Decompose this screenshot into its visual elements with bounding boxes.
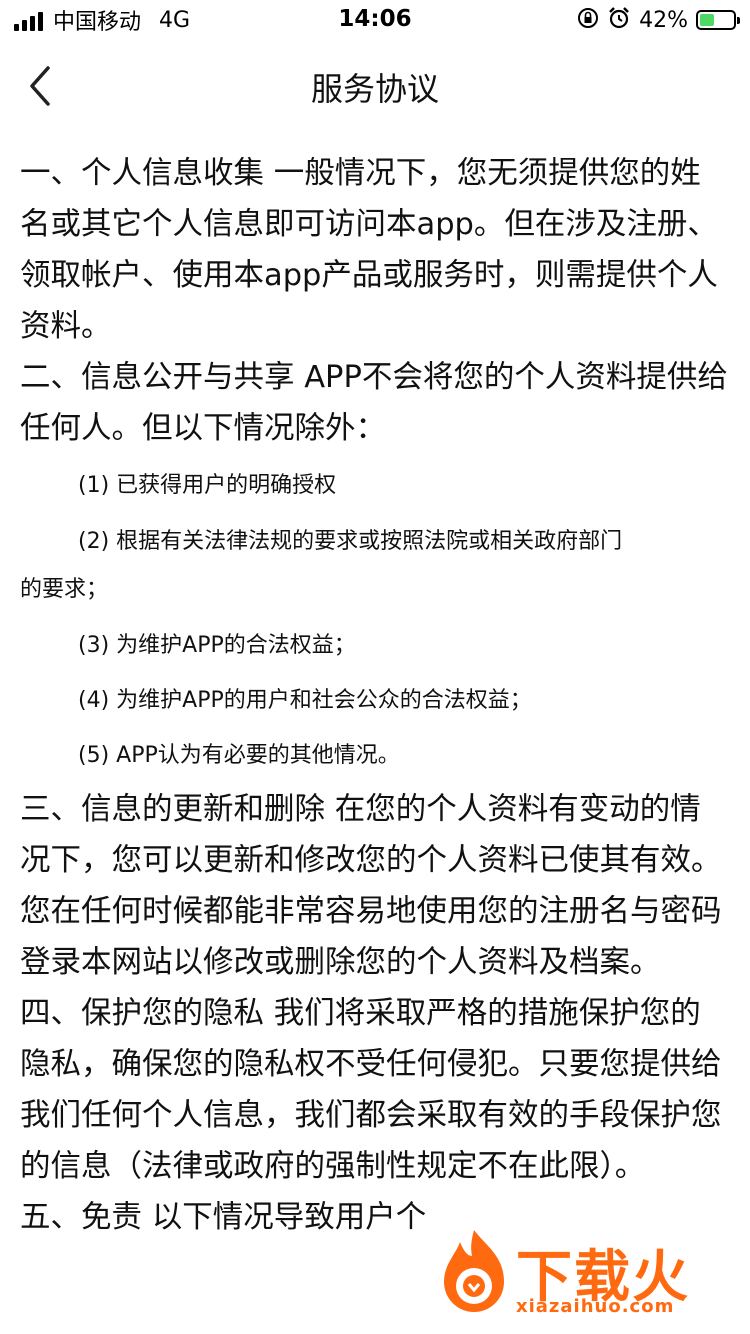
orientation-lock-icon [577,7,599,33]
list-item: (5) APP认为有必要的其他情况。 [78,743,400,768]
nav-bar: 服务协议 [0,40,750,128]
page-title: 服务协议 [310,70,439,108]
list-item: (2) 根据有关法律法规的要求或按照法院或相关政府部门 [78,529,623,554]
status-bar: 中国移动 4G 14:06 42% [0,0,750,40]
section-privacy: 四、保护您的隐私 我们将采取严格的措施保护您的隐私，确保您的隐私权不受任何侵犯。… [20,996,722,1184]
list-item: (1) 已获得用户的明确授权 [78,473,337,498]
section-collection: 一、个人信息收集 一般情况下，您无须提供您的姓名或其它个人信息即可访问本app。… [20,156,718,344]
agreement-content: 一、个人信息收集 一般情况下，您无须提供您的姓名或其它个人信息即可访问本app。… [20,148,730,1243]
section-sharing: 二、信息公开与共享 APP不会将您的个人资料提供给任何人。但以下情况除外： [20,360,728,446]
battery-fill [700,14,714,26]
flame-logo-icon [444,1230,504,1312]
list-item-continuation: 的要求； [20,577,109,602]
alarm-icon [607,6,631,34]
list-item: (3) 为维护APP的合法权益； [78,633,356,658]
battery-percent: 42% [639,7,688,33]
status-right: 42% [577,5,740,35]
watermark-logo: 下载火 xiazaihuo.com [434,1226,744,1326]
battery-icon [696,10,740,30]
section-update: 三、信息的更新和删除 在您的个人资料有变动的情况下，您可以更新和修改您的个人资料… [20,792,722,980]
list-item: (4) 为维护APP的用户和社会公众的合法权益； [78,688,532,713]
watermark-url: xiazaihuo.com [516,1296,675,1317]
